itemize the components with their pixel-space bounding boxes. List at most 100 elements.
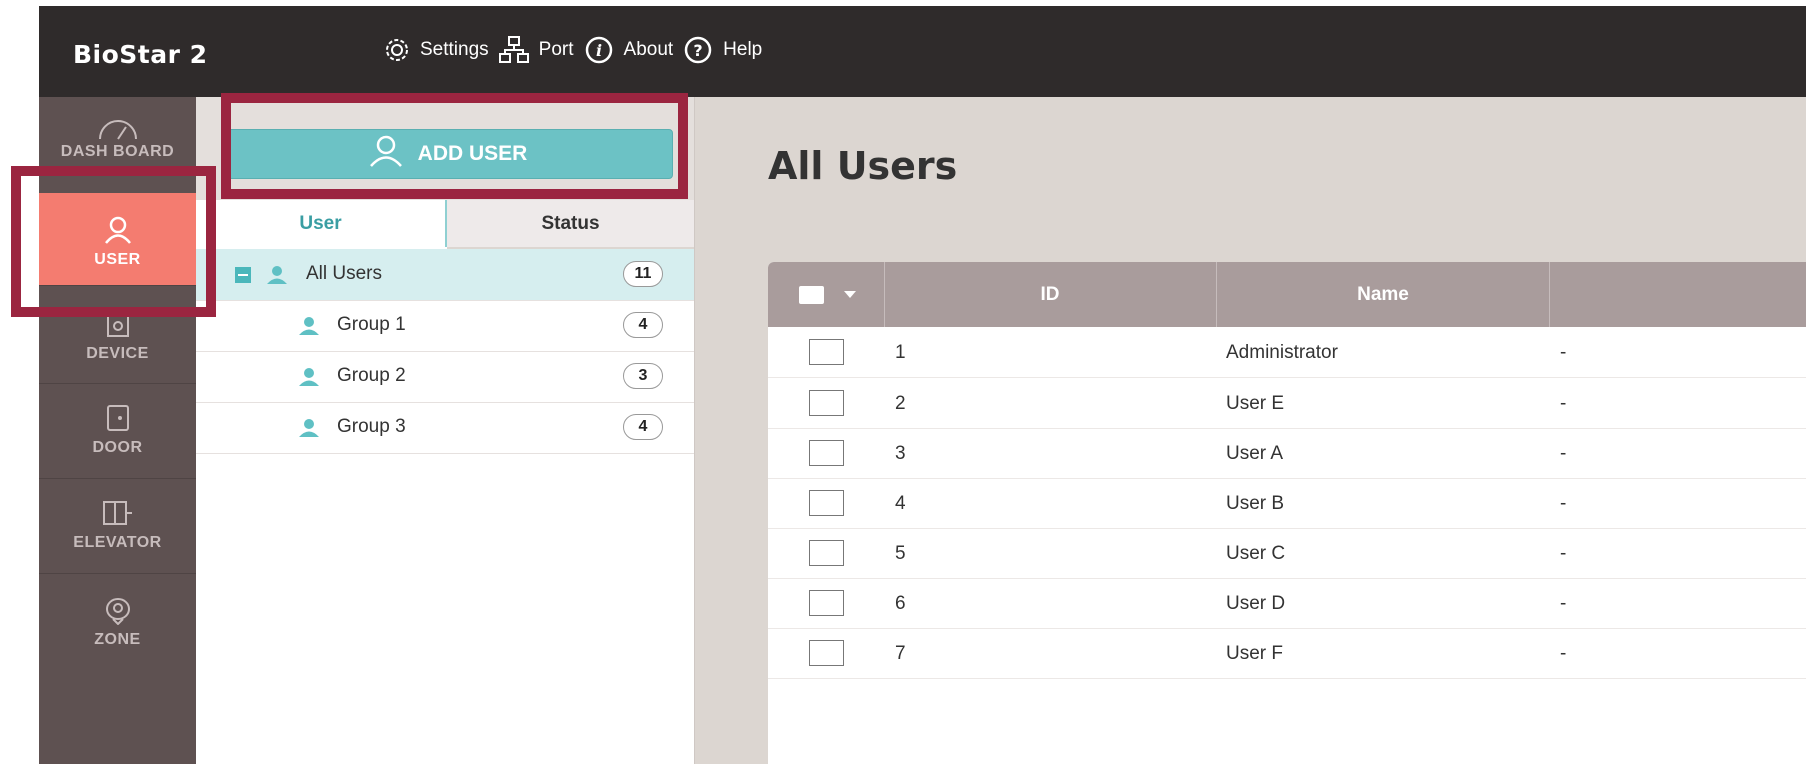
chevron-down-icon[interactable] xyxy=(844,291,856,298)
rail-label-elevator: ELEVATOR xyxy=(73,534,162,551)
rail-item-elevator[interactable]: ELEVATOR xyxy=(39,478,196,574)
port-link[interactable]: Port xyxy=(498,36,574,64)
group-name: Group 3 xyxy=(337,416,406,437)
user-group-panel: ADD USER User Status All Users 11 Group … xyxy=(196,97,695,764)
cell-extra: - xyxy=(1560,443,1567,464)
brand-logo: BioStar 2 xyxy=(73,40,208,69)
cell-name: User F xyxy=(1226,643,1283,664)
dashboard-gauge-icon xyxy=(39,97,196,141)
door-icon xyxy=(39,383,196,433)
page-title: All Users xyxy=(768,144,958,188)
rail-label-dashboard: DASH BOARD xyxy=(60,143,175,160)
user-icon xyxy=(39,193,196,245)
tab-status[interactable]: Status xyxy=(447,200,694,249)
group-person-icon xyxy=(297,367,321,393)
row-checkbox[interactable] xyxy=(809,540,844,566)
rail-item-user[interactable]: USER xyxy=(39,193,196,286)
about-label: About xyxy=(623,39,674,60)
group-count-badge: 3 xyxy=(623,363,663,389)
rail-item-dashboard[interactable]: DASH BOARD xyxy=(39,97,196,194)
table-header: ID Name xyxy=(768,262,1806,327)
group-person-icon xyxy=(265,265,289,291)
top-bar: BioStar 2 Settings Port i About ? Help xyxy=(39,6,1806,97)
row-checkbox[interactable] xyxy=(809,590,844,616)
help-link[interactable]: ? Help xyxy=(683,35,762,65)
about-link[interactable]: i About xyxy=(584,35,674,65)
cell-name: Administrator xyxy=(1226,342,1338,363)
help-icon: ? xyxy=(683,35,713,65)
group-name: Group 2 xyxy=(337,365,406,386)
row-checkbox[interactable] xyxy=(809,390,844,416)
cell-extra: - xyxy=(1560,393,1567,414)
svg-text:?: ? xyxy=(694,41,703,60)
cell-extra: - xyxy=(1560,543,1567,564)
row-checkbox[interactable] xyxy=(809,490,844,516)
cell-id: 2 xyxy=(895,393,906,414)
users-table: ID Name 1 Administrator - 2 User E - 3 U… xyxy=(768,262,1806,764)
table-row[interactable]: 7 User F - xyxy=(768,628,1806,679)
group-row-group-1[interactable]: Group 1 4 xyxy=(196,300,694,352)
cell-extra: - xyxy=(1560,342,1567,363)
group-row-group-3[interactable]: Group 3 4 xyxy=(196,402,694,454)
help-label: Help xyxy=(723,39,763,60)
cell-id: 4 xyxy=(895,493,906,514)
device-icon xyxy=(39,285,196,339)
rail-item-door[interactable]: DOOR xyxy=(39,383,196,479)
group-person-icon xyxy=(297,418,321,444)
group-person-icon xyxy=(297,316,321,342)
table-row[interactable]: 5 User C - xyxy=(768,528,1806,579)
cell-name: User D xyxy=(1226,593,1286,614)
rail-label-zone: ZONE xyxy=(94,631,141,648)
info-icon: i xyxy=(584,35,614,65)
cell-id: 6 xyxy=(895,593,906,614)
rail-item-device[interactable]: DEVICE xyxy=(39,285,196,384)
cell-id: 1 xyxy=(895,342,906,363)
cell-extra: - xyxy=(1560,593,1567,614)
collapse-icon[interactable] xyxy=(235,267,251,283)
app-window: BioStar 2 Settings Port i About ? Help D… xyxy=(39,6,1806,764)
add-user-button[interactable]: ADD USER xyxy=(222,129,673,179)
cell-extra: - xyxy=(1560,643,1567,664)
table-row[interactable]: 4 User B - xyxy=(768,478,1806,529)
select-all-dropdown[interactable] xyxy=(768,262,885,327)
port-label: Port xyxy=(538,39,574,60)
column-header-name[interactable]: Name xyxy=(1217,262,1550,327)
cell-id: 7 xyxy=(895,643,906,664)
top-nav: Settings Port i About ? Help xyxy=(384,35,766,65)
cell-name: User B xyxy=(1226,493,1285,514)
group-count-badge: 11 xyxy=(623,261,663,287)
table-row[interactable]: 2 User E - xyxy=(768,378,1806,429)
cell-id: 5 xyxy=(895,543,906,564)
select-all-checkbox[interactable] xyxy=(799,286,824,304)
row-checkbox[interactable] xyxy=(809,440,844,466)
svg-text:i: i xyxy=(595,41,601,60)
cell-name: User C xyxy=(1226,543,1286,564)
panel-tabs: User Status xyxy=(196,200,694,249)
add-user-label: ADD USER xyxy=(417,142,528,165)
cell-name: User A xyxy=(1226,443,1284,464)
group-count-badge: 4 xyxy=(623,312,663,338)
table-row[interactable]: 6 User D - xyxy=(768,578,1806,629)
group-row-group-2[interactable]: Group 2 3 xyxy=(196,351,694,403)
tab-user[interactable]: User xyxy=(196,200,447,247)
group-row-all-users[interactable]: All Users 11 xyxy=(196,249,694,301)
panel-toolbar: ADD USER xyxy=(196,97,694,200)
settings-label: Settings xyxy=(420,39,489,60)
column-header-id[interactable]: ID xyxy=(884,262,1217,327)
rail-item-zone[interactable]: ZONE xyxy=(39,573,196,668)
cell-name: User E xyxy=(1226,393,1285,414)
rail-label-door: DOOR xyxy=(92,439,143,456)
group-count-badge: 4 xyxy=(623,414,663,440)
row-checkbox[interactable] xyxy=(809,640,844,666)
table-row[interactable]: 3 User A - xyxy=(768,428,1806,479)
cell-extra: - xyxy=(1560,493,1567,514)
rail-label-device: DEVICE xyxy=(86,345,149,362)
zone-icon xyxy=(39,573,196,625)
row-checkbox[interactable] xyxy=(809,339,844,365)
settings-link[interactable]: Settings xyxy=(384,37,489,63)
group-name: Group 1 xyxy=(337,314,406,335)
network-icon xyxy=(498,36,529,64)
cell-id: 3 xyxy=(895,443,906,464)
table-row[interactable]: 1 Administrator - xyxy=(768,327,1806,378)
rail-label-user: USER xyxy=(94,251,141,268)
